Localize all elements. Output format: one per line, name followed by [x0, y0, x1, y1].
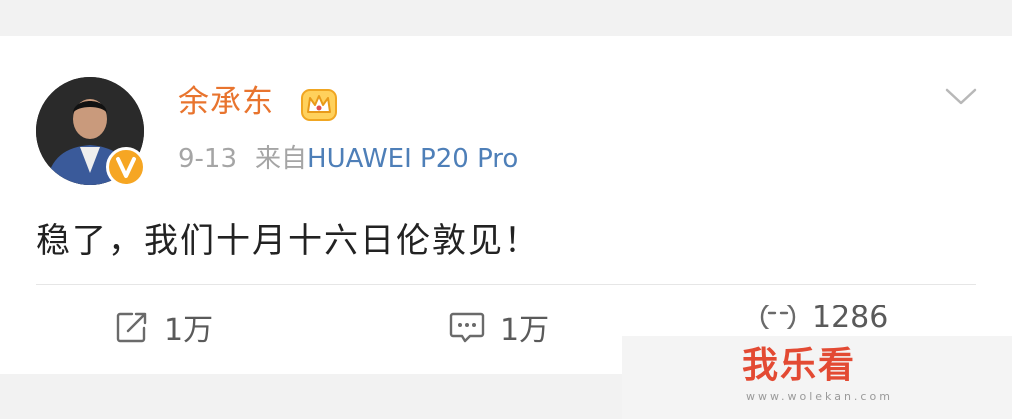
- post-meta: 9-13 来自HUAWEI P20 Pro: [178, 141, 518, 177]
- chevron-down-icon[interactable]: [944, 86, 978, 108]
- like-button[interactable]: 1286: [758, 305, 888, 329]
- watermark-url: www.wolekan.com: [746, 390, 893, 403]
- username[interactable]: 余承东: [178, 82, 274, 122]
- comment-count: 1万: [500, 313, 550, 348]
- repost-count: 1万: [164, 313, 214, 348]
- comment-icon: [449, 312, 485, 343]
- source-prefix: 来自: [255, 144, 308, 174]
- source-device-link[interactable]: HUAWEI P20 Pro: [307, 144, 518, 174]
- crown-icon[interactable]: [299, 84, 339, 124]
- action-divider: [36, 284, 976, 285]
- repost-icon: [116, 312, 147, 343]
- like-icon: [760, 305, 796, 329]
- watermark-logo-text: 我乐看: [742, 345, 857, 386]
- post-date: 9-13: [178, 144, 238, 174]
- verified-badge-icon: [106, 147, 146, 187]
- repost-button[interactable]: 1万: [114, 305, 213, 349]
- like-count: 1286: [812, 305, 889, 329]
- post-content: 稳了，我们十月十六日伦敦见！: [36, 221, 540, 261]
- comment-button[interactable]: 1万: [448, 305, 549, 349]
